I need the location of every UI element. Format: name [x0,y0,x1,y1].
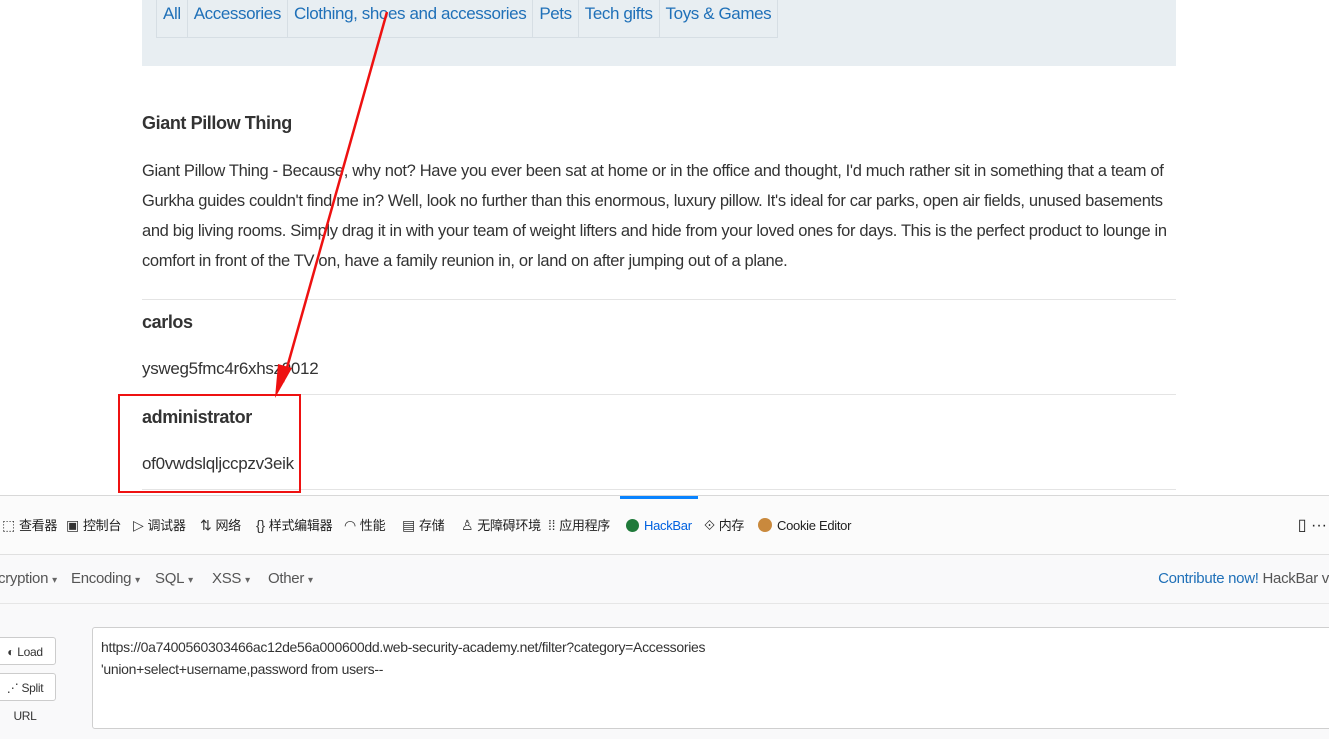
annotation-arrow [275,11,389,398]
style-editor-icon: {} [256,517,265,533]
tab-accessibility[interactable]: ♙ 无障碍环境 [461,496,541,555]
chevron-down-icon: ▾ [188,575,193,586]
chevron-down-icon: ▾ [52,575,57,586]
performance-icon: ◠ [344,517,356,533]
hackbar-menu: cryption ▾ Encoding ▾ SQL ▾ XSS ▾ Other ▾ Con… [0,555,1329,604]
more-icon[interactable]: ··· [1311,517,1327,534]
contribute-notice: Contribute now! HackBar v [1158,570,1329,587]
url-line: https://0a7400560303466ac12de56a000600dd… [101,639,706,655]
cookie-icon [758,518,772,532]
devtools-tabs: ⬚ 查看器 ▣ 控制台 ▷ 调试器 ⇅ 网络 {} 样式编辑器 ◠ 性能 ▤ 存储 ♙ 无障碍环… [0,495,1329,555]
tab-network[interactable]: ⇅ 网络 [200,496,241,555]
web-page: All Accessories Clothing, shoes and acce… [0,0,1329,495]
menu-xss[interactable]: XSS ▾ [212,555,250,603]
split-icon: ⋰ [6,681,22,695]
menu-encryption[interactable]: cryption ▾ [0,555,57,603]
url-line: 'union+select+username,password from use… [101,661,384,677]
tab-cookie-editor[interactable]: Cookie Editor [758,496,851,555]
tab-debugger[interactable]: ▷ 调试器 [133,496,186,555]
console-icon: ▣ [66,517,79,533]
devtools-panel: ⬚ 查看器 ▣ 控制台 ▷ 调试器 ⇅ 网络 {} 样式编辑器 ◠ 性能 ▤ 存储 ♙ 无障碍环… [0,495,1329,739]
tab-console[interactable]: ▣ 控制台 [66,496,121,555]
load-url-button[interactable]: ◐ Load URL [0,637,56,687]
chevron-down-icon: ▾ [308,575,313,586]
tab-inspector[interactable]: ⬚ 查看器 [2,496,57,555]
memory-icon: ⟐ [704,517,715,533]
debugger-icon: ▷ [133,517,144,533]
menu-sql[interactable]: SQL ▾ [155,555,193,603]
accessibility-icon: ♙ [461,517,474,533]
url-textarea[interactable]: https://0a7400560303466ac12de56a000600dd… [92,627,1329,729]
tab-storage[interactable]: ▤ 存储 [402,496,445,555]
split-url-button[interactable]: ⋰ Split URL [0,673,56,723]
contribute-link[interactable]: Contribute now! [1158,570,1259,587]
tab-application[interactable]: ⁞⁞ 应用程序 [548,496,610,555]
application-icon: ⁞⁞ [548,517,556,533]
menu-other[interactable]: Other ▾ [268,555,313,603]
tab-style-editor[interactable]: {} 样式编辑器 [256,496,333,555]
hackbar-icon [626,519,639,532]
menu-encoding[interactable]: Encoding ▾ [71,555,140,603]
tab-memory[interactable]: ⟐ 内存 [704,496,744,555]
dock-icon[interactable]: ▯ [1298,517,1307,534]
inspector-icon: ⬚ [2,517,15,533]
load-icon: ◐ [7,645,18,659]
chevron-down-icon: ▾ [245,575,250,586]
network-icon: ⇅ [200,517,212,533]
devtools-options[interactable]: ▯ ··· [1298,496,1327,555]
storage-icon: ▤ [402,517,415,533]
chevron-down-icon: ▾ [135,575,140,586]
tab-performance[interactable]: ◠ 性能 [344,496,386,555]
tab-hackbar[interactable]: HackBar [620,496,698,555]
